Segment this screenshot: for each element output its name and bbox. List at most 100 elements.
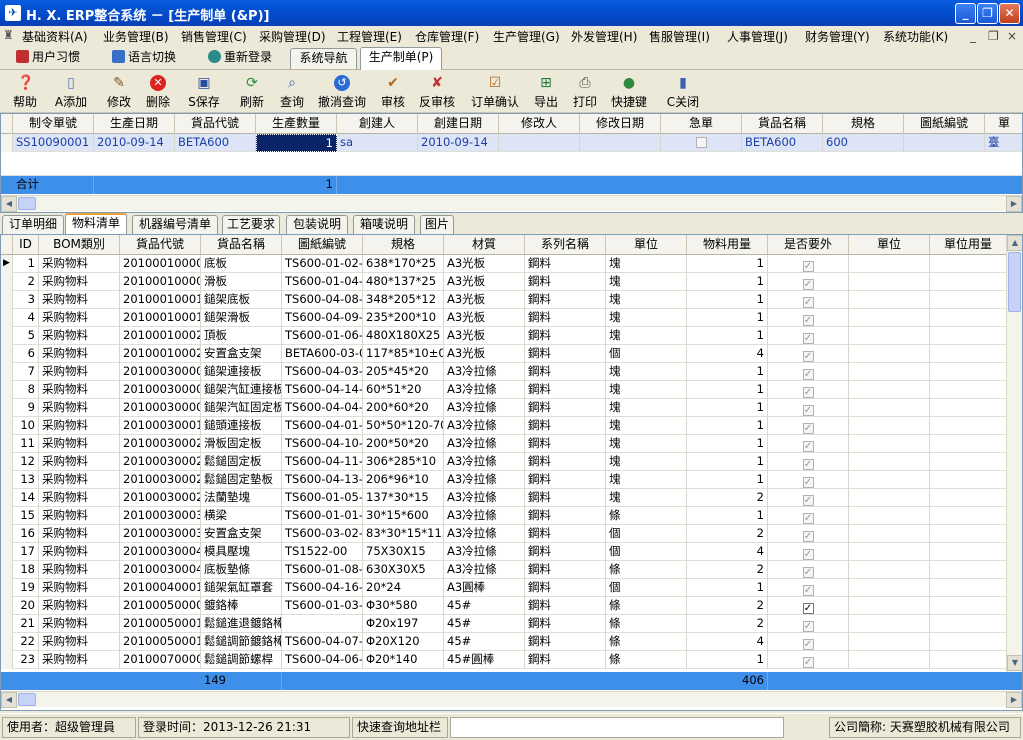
bom-spec-cell[interactable]: 306*285*10 (363, 453, 444, 471)
bom-usage-cell[interactable]: 1 (687, 255, 768, 273)
bom-id-cell[interactable]: 13 (13, 471, 39, 489)
bom-unit2-cell[interactable] (849, 399, 930, 417)
bom-item-code-cell[interactable]: 201000500011 (120, 615, 201, 633)
bom-material-cell[interactable]: 45#圓棒 (444, 651, 525, 669)
bom-series-cell[interactable]: 鋼料 (525, 327, 606, 345)
bom-drawing-cell[interactable]: TS600-04-07-00 (282, 633, 363, 651)
bom-outsource-cell[interactable]: ✓ (768, 363, 849, 381)
bom-unit-cell[interactable]: 塊 (606, 489, 687, 507)
bom-id-cell[interactable]: 20 (13, 597, 39, 615)
bom-grid-hscrollbar[interactable]: ◀ ▶ (1, 691, 1022, 708)
relogin-button[interactable]: 重新登录 (208, 48, 272, 68)
bom-type-cell[interactable]: 采购物料 (39, 327, 120, 345)
bom-unit2-cell[interactable] (849, 417, 930, 435)
bom-series-cell[interactable]: 鋼料 (525, 615, 606, 633)
table-row[interactable]: 2采购物料201000100009滑板TS600-01-04-00480*137… (1, 273, 1007, 291)
table-row[interactable]: 7采购物料201000300001鎚架連接板TS600-04-03-00205*… (1, 363, 1007, 381)
bom-drawing-cell[interactable]: TS600-04-10-00 (282, 435, 363, 453)
bom-usage-cell[interactable]: 4 (687, 345, 768, 363)
outsource-checkbox[interactable]: ✓ (802, 297, 814, 308)
mdi-minimize-button[interactable]: _ (970, 29, 976, 43)
bom-item-code-cell[interactable]: 201000300046 (120, 543, 201, 561)
bom-unit2-cell[interactable] (849, 561, 930, 579)
bom-type-cell[interactable]: 采购物料 (39, 417, 120, 435)
bom-type-cell[interactable]: 采购物料 (39, 579, 120, 597)
bom-unit-cell[interactable]: 塊 (606, 453, 687, 471)
bom-usage-cell[interactable]: 1 (687, 579, 768, 597)
bom-unit-cell[interactable]: 個 (606, 579, 687, 597)
bom-outsource-cell[interactable]: ✓ (768, 579, 849, 597)
bom-material-cell[interactable]: A3光板 (444, 345, 525, 363)
table-row[interactable]: 18采购物料201000300047底板墊條TS600-01-08-00630X… (1, 561, 1007, 579)
bom-outsource-cell[interactable]: ✓ (768, 453, 849, 471)
bom-item-code-cell[interactable]: 201000100018 (120, 291, 201, 309)
bom-unit-usage-cell[interactable] (930, 399, 1007, 417)
bom-item-code-cell[interactable]: 201000500005 (120, 597, 201, 615)
bom-type-cell[interactable]: 采购物料 (39, 453, 120, 471)
bom-type-cell[interactable]: 采购物料 (39, 309, 120, 327)
modify-date-cell[interactable] (580, 134, 661, 152)
bom-material-cell[interactable]: 45# (444, 597, 525, 615)
add-button[interactable]: ▯ A添加 (53, 75, 89, 110)
table-row[interactable]: 12采购物料201000300021鬆鎚固定板TS600-04-11-00306… (1, 453, 1007, 471)
bom-series-cell[interactable]: 鋼料 (525, 453, 606, 471)
bom-drawing-cell[interactable]: TS600-01-03-01 (282, 597, 363, 615)
bom-unit2-cell[interactable] (849, 579, 930, 597)
tab-machine-no[interactable]: 机器编号清单 (132, 215, 218, 234)
bom-material-cell[interactable]: A3光板 (444, 327, 525, 345)
bom-outsource-cell[interactable]: ✓ (768, 615, 849, 633)
bom-item-code-cell[interactable]: 201000300020 (120, 435, 201, 453)
bom-unit-cell[interactable]: 塊 (606, 273, 687, 291)
bom-drawing-cell[interactable]: TS600-01-06-01 (282, 327, 363, 345)
bom-id-cell[interactable]: 6 (13, 345, 39, 363)
bom-material-cell[interactable]: A3冷拉條 (444, 399, 525, 417)
bom-unit-usage-cell[interactable] (930, 651, 1007, 669)
bom-unit2-cell[interactable] (849, 345, 930, 363)
bom-outsource-cell[interactable]: ✓ (768, 273, 849, 291)
bom-drawing-cell[interactable]: BETA600-03-01 (282, 345, 363, 363)
bom-drawing-cell[interactable]: TS600-01-08-00 (282, 561, 363, 579)
help-button[interactable]: ❓ 帮助 (11, 75, 39, 110)
bom-unit-cell[interactable]: 條 (606, 561, 687, 579)
bom-id-cell[interactable]: 21 (13, 615, 39, 633)
table-row[interactable]: 4采购物料201000100019鎚架滑板TS600-04-09-00235*2… (1, 309, 1007, 327)
bom-outsource-cell[interactable]: ✓ (768, 309, 849, 327)
bom-series-cell[interactable]: 鋼料 (525, 399, 606, 417)
col-bom-drawing[interactable]: 圖紙編號 (282, 235, 363, 255)
menu-purchasing[interactable]: 采购管理(D) (259, 28, 326, 45)
bom-type-cell[interactable]: 采购物料 (39, 291, 120, 309)
outsource-checkbox[interactable]: ✓ (802, 351, 814, 362)
bom-type-cell[interactable]: 采购物料 (39, 633, 120, 651)
bom-item-code-cell[interactable]: 201000300026 (120, 489, 201, 507)
outsource-checkbox[interactable]: ✓ (802, 603, 814, 614)
bom-spec-cell[interactable]: 200*50*20 (363, 435, 444, 453)
language-switch-button[interactable]: 语言切换 (112, 48, 176, 68)
menu-warehouse[interactable]: 仓库管理(F) (415, 28, 479, 45)
table-row[interactable]: 5采购物料201000100026頂板TS600-01-06-01480X180… (1, 327, 1007, 345)
bom-spec-cell[interactable]: 235*200*10 (363, 309, 444, 327)
bom-outsource-cell[interactable]: ✓ (768, 291, 849, 309)
bom-outsource-cell[interactable]: ✓ (768, 507, 849, 525)
item-code-cell[interactable]: BETA600 (175, 134, 256, 152)
spec-cell[interactable]: 600 (823, 134, 904, 152)
bom-outsource-cell[interactable]: ✓ (768, 327, 849, 345)
bom-outsource-cell[interactable]: ✓ (768, 255, 849, 273)
tab-bom[interactable]: 物料清单 (65, 213, 127, 234)
table-row[interactable]: 17采购物料201000300046模具壓塊TS1522-0075X30X15A… (1, 543, 1007, 561)
bom-item-name-cell[interactable]: 滑板 (201, 273, 282, 291)
bom-unit2-cell[interactable] (849, 615, 930, 633)
order-row[interactable]: SS10090001 2010-09-14 BETA600 1 sa 2010-… (1, 134, 1022, 152)
col-material[interactable]: 材質 (444, 235, 525, 255)
bom-unit-cell[interactable]: 塊 (606, 363, 687, 381)
bom-material-cell[interactable]: A3冷拉條 (444, 507, 525, 525)
col-outsource[interactable]: 是否要外 (768, 235, 849, 255)
col-bom-item-name[interactable]: 貨品名稱 (201, 235, 282, 255)
table-row[interactable]: 20采购物料201000500005鍍鉻棒TS600-01-03-01Φ30*5… (1, 597, 1007, 615)
bom-item-name-cell[interactable]: 鎚架汽缸固定板 (201, 399, 282, 417)
bom-unit-usage-cell[interactable] (930, 579, 1007, 597)
bom-type-cell[interactable]: 采购物料 (39, 507, 120, 525)
bom-item-name-cell[interactable]: 鎚架連接板 (201, 363, 282, 381)
bom-usage-cell[interactable]: 2 (687, 561, 768, 579)
table-row[interactable]: 15采购物料201000300030横梁TS600-01-01-0030*15*… (1, 507, 1007, 525)
bom-usage-cell[interactable]: 1 (687, 651, 768, 669)
